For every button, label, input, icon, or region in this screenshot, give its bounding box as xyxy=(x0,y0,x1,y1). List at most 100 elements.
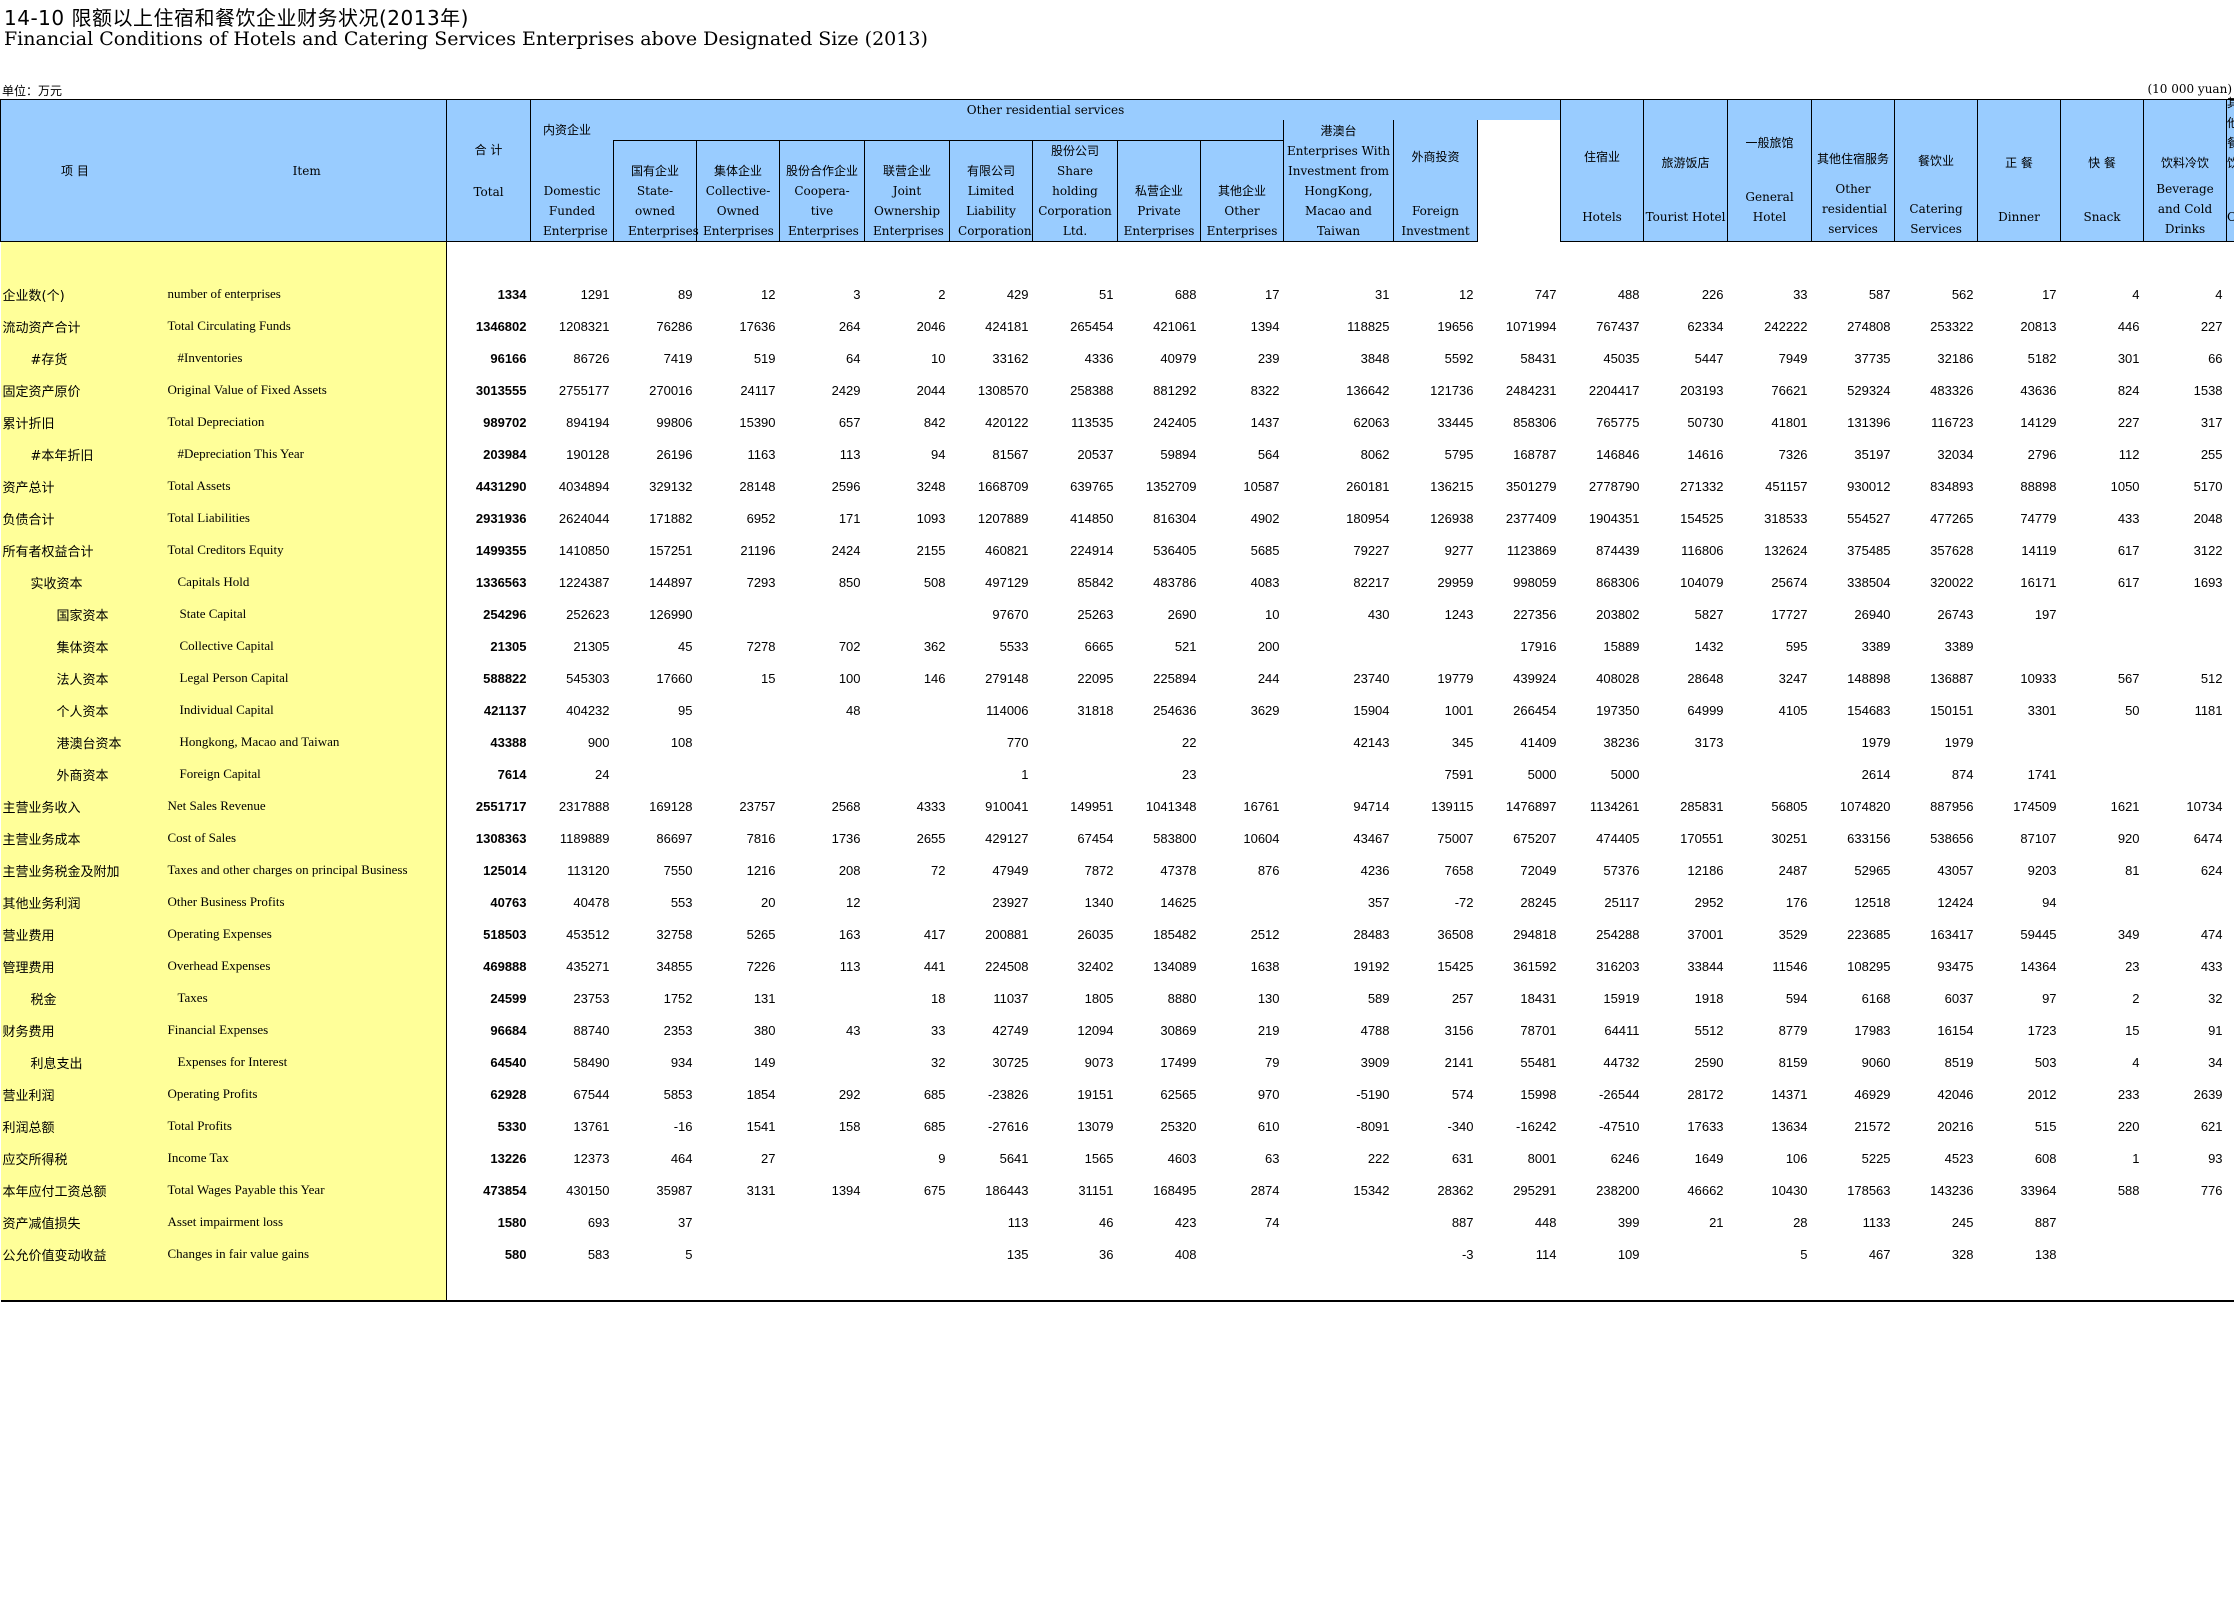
private-header: 私营企业 Private Enterprises xyxy=(1117,140,1202,242)
value-cell xyxy=(1644,1238,1728,1270)
value-cell: 1854 xyxy=(746,1086,776,1102)
value-cell: 274808 xyxy=(1847,318,1891,334)
value-cell: 94 xyxy=(2042,894,2057,910)
total-cell: 580 xyxy=(446,1238,531,1270)
value-cell: 765775 xyxy=(1596,414,1640,430)
value-cell: 106 xyxy=(1785,1150,1808,1166)
value-cell: 9060 xyxy=(1861,1054,1891,1070)
value-cell: 7872 xyxy=(1084,862,1114,878)
value-cell xyxy=(2061,726,2144,758)
value-cell: 375485 xyxy=(1847,542,1891,558)
value-cell: 850 xyxy=(838,574,861,590)
value-cell: 2639 xyxy=(2193,1086,2223,1102)
group-other-residential: Other residential services xyxy=(530,99,1562,120)
private-header-en: Private Enterprises xyxy=(1123,204,1195,238)
value-cell: 508 xyxy=(923,574,946,590)
value-cell xyxy=(1284,758,1394,790)
value-cell xyxy=(697,694,780,726)
value-cell: 26035 xyxy=(1077,926,1114,942)
value-cell: 171 xyxy=(838,510,861,526)
value-cell xyxy=(2061,758,2144,790)
value-cell: 467 xyxy=(1868,1246,1891,1262)
value-cell: 5225 xyxy=(1861,1150,1891,1166)
value-cell: 1163 xyxy=(747,446,776,462)
value-cell: -47510 xyxy=(1599,1118,1640,1134)
value-cell xyxy=(2061,630,2144,662)
value-cell: 5592 xyxy=(1444,350,1474,366)
value-cell: 170551 xyxy=(1680,830,1724,846)
value-cell xyxy=(865,694,950,726)
table-row: 公允价值变动收益 Changes in fair value gains 580 58… xyxy=(0,1238,2234,1270)
value-cell: 357 xyxy=(1367,894,1390,910)
table-row: 营业利润 Operating Profits 62928 67544 5853 1854 2… xyxy=(0,1078,2234,1110)
value-cell: 270016 xyxy=(649,382,693,398)
row-label-en: Total Liabilities xyxy=(155,502,448,534)
value-cell: 64999 xyxy=(1687,702,1724,718)
row-label-en: Financial Expenses xyxy=(155,1014,448,1046)
value-cell: 136642 xyxy=(1346,382,1390,398)
value-cell: 685 xyxy=(923,1086,946,1102)
value-cell: 693 xyxy=(587,1214,610,1230)
value-cell: 74779 xyxy=(2020,510,2057,526)
item-header: 项 目 Item xyxy=(0,99,448,242)
row-label-zh: 所有者权益合计 xyxy=(0,534,156,566)
value-cell: 37735 xyxy=(1854,350,1891,366)
value-cell: 414850 xyxy=(1070,510,1114,526)
table-row: #存货 #Inventories 96166 86726 7419 519 64 10 3316… xyxy=(0,342,2234,374)
value-cell: 423 xyxy=(1174,1214,1197,1230)
value-cell: 631 xyxy=(1451,1150,1474,1166)
collective-header-zh: 集体企业 xyxy=(714,164,763,178)
value-cell: 7816 xyxy=(746,830,776,846)
value-cell: 26196 xyxy=(656,446,693,462)
value-cell: 433 xyxy=(2117,510,2140,526)
row-label-en: Individual Capital xyxy=(155,694,448,726)
value-cell: 174509 xyxy=(2013,798,2057,814)
value-cell: 265454 xyxy=(1070,318,1114,334)
value-cell: 1133 xyxy=(1862,1214,1891,1230)
value-cell: 2690 xyxy=(1167,606,1197,622)
value-cell: 424181 xyxy=(985,318,1029,334)
value-cell: 5 xyxy=(1800,1246,1808,1262)
row-label-zh: 公允价值变动收益 xyxy=(0,1238,156,1270)
value-cell: 43 xyxy=(846,1022,861,1038)
value-cell: 79 xyxy=(1265,1054,1280,1070)
total-cell: 125014 xyxy=(446,854,531,886)
value-cell: 17636 xyxy=(739,318,776,334)
value-cell: 6474 xyxy=(2193,830,2223,846)
table-row: 利润总额 Total Profits 5330 13761 -16 1541 158 685 -… xyxy=(0,1110,2234,1142)
table-row: 实收资本 Capitals Hold 1336563 1224387 144897 729… xyxy=(0,566,2234,598)
value-cell: 44732 xyxy=(1603,1054,1640,1070)
value-cell: 67454 xyxy=(1077,830,1114,846)
value-cell: 33844 xyxy=(1687,958,1724,974)
value-cell: 1243 xyxy=(1444,606,1474,622)
value-cell: 7550 xyxy=(663,862,693,878)
hmt-header: 港澳台 Enterprises With Investment from Hon… xyxy=(1283,120,1395,242)
value-cell: 5000 xyxy=(1527,766,1557,782)
table-row: #本年折旧 #Depreciation This Year 203984 190128… xyxy=(0,438,2234,470)
value-cell: 17727 xyxy=(1771,606,1808,622)
item-header-en: Item xyxy=(292,163,321,178)
value-cell: -72 xyxy=(1454,894,1474,910)
value-cell: -26544 xyxy=(1599,1086,1640,1102)
value-cell: 23753 xyxy=(573,990,610,1006)
value-cell: 3247 xyxy=(1778,670,1808,686)
foreign-header-zh: 外商投资 xyxy=(1411,150,1460,164)
value-cell: 429 xyxy=(1006,286,1029,302)
value-cell xyxy=(780,1238,865,1270)
value-cell: 222 xyxy=(1367,1150,1390,1166)
value-cell: 688 xyxy=(1174,286,1197,302)
value-cell: 858306 xyxy=(1513,414,1557,430)
value-cell: 19192 xyxy=(1353,958,1390,974)
snack-header-en: Snack xyxy=(2083,210,2121,224)
value-cell: 2755177 xyxy=(558,382,610,398)
table-row: 企业数(个) number of enterprises 1334 1291 89 12 3… xyxy=(0,278,2234,310)
value-cell: 3848 xyxy=(1360,350,1390,366)
value-cell: 238200 xyxy=(1596,1182,1640,1198)
value-cell: 7278 xyxy=(746,638,776,654)
value-cell: 31818 xyxy=(1077,702,1114,718)
value-cell: 20216 xyxy=(1937,1118,1974,1134)
total-cell: 96166 xyxy=(446,342,531,374)
value-cell: 14625 xyxy=(1160,894,1197,910)
value-cell: 146 xyxy=(923,670,946,686)
total-header-en: Total xyxy=(473,184,504,199)
